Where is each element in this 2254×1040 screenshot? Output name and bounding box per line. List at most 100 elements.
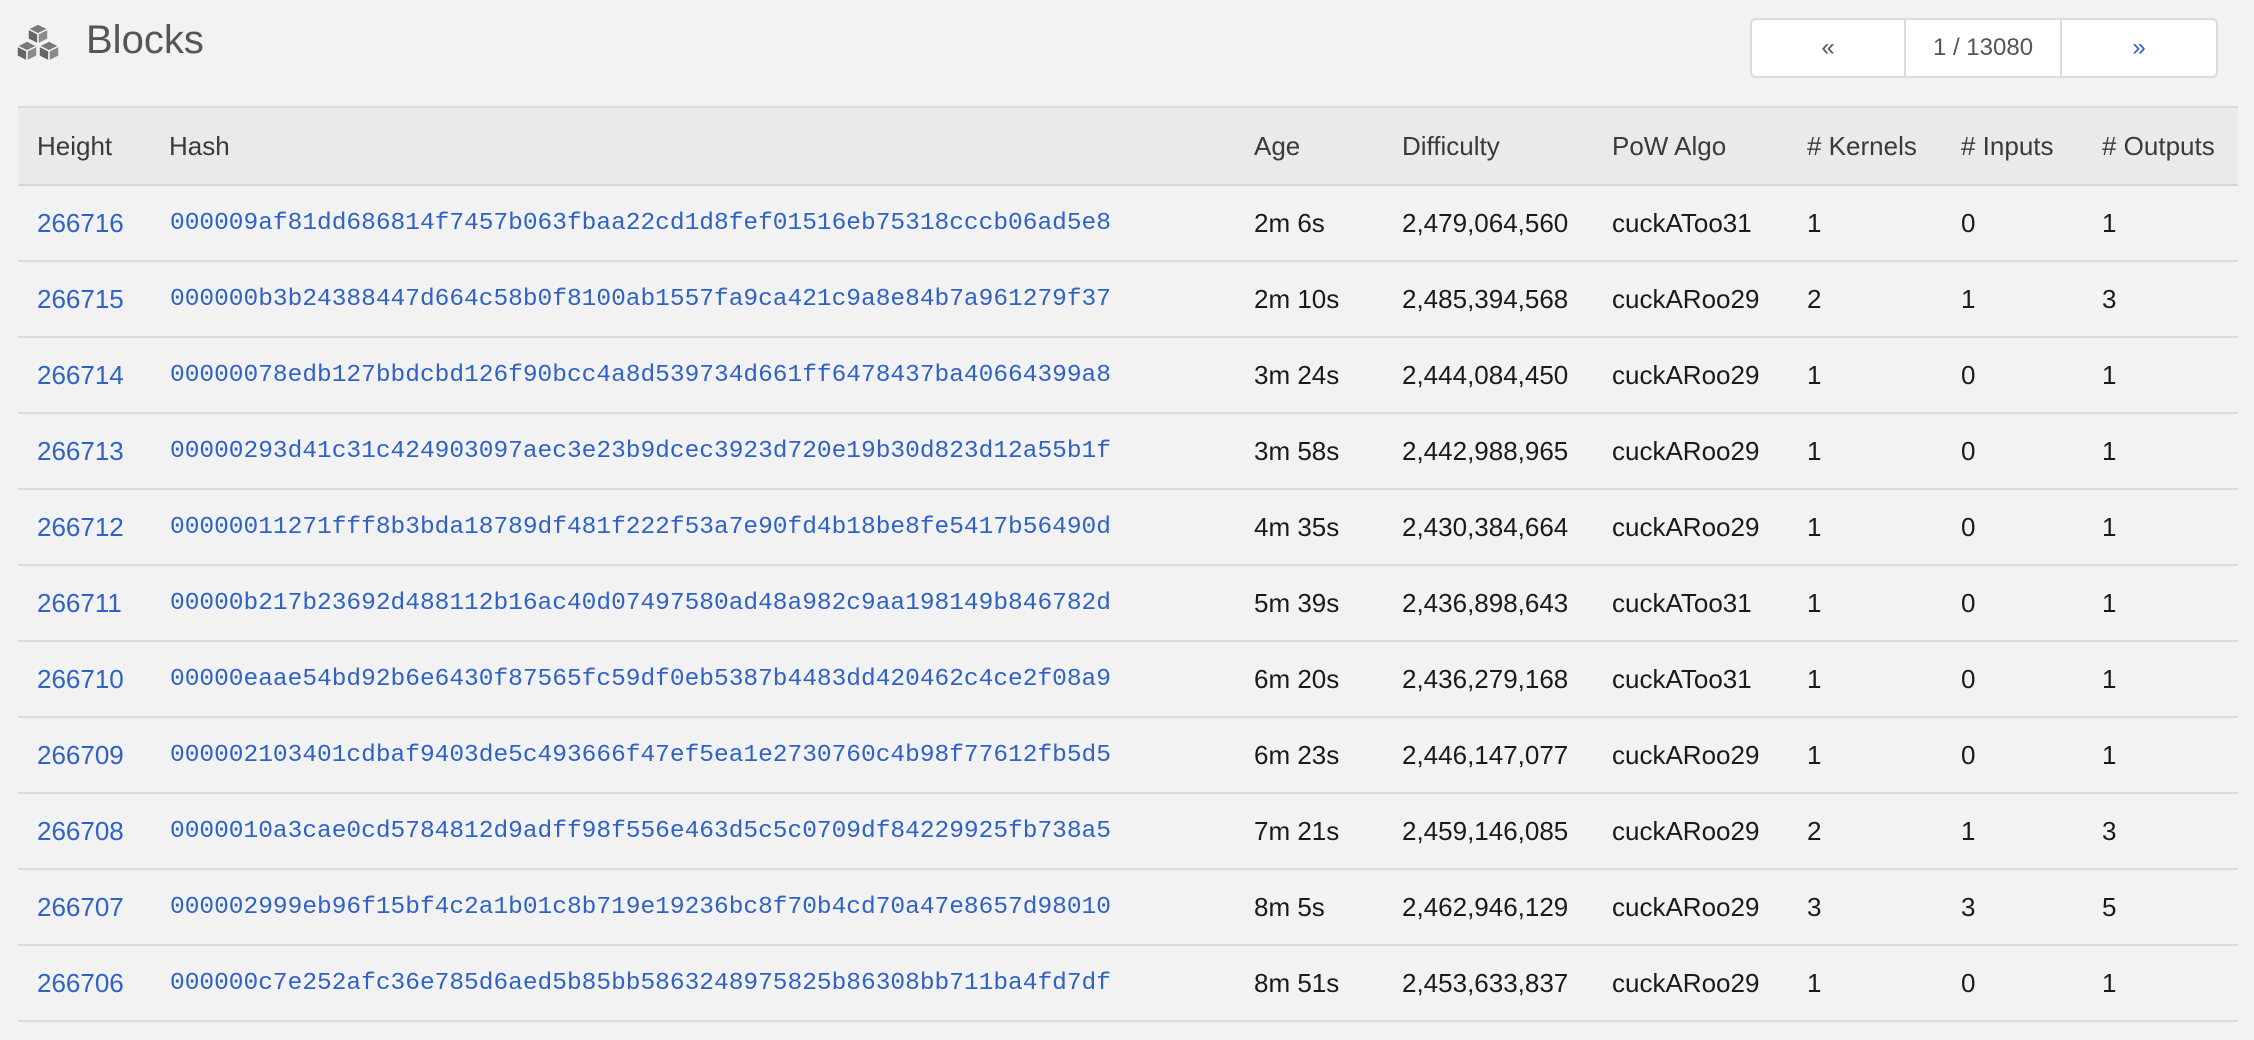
block-outputs: 1 bbox=[2102, 739, 2117, 770]
block-pow-algo: cuckARoo29 bbox=[1612, 283, 1760, 314]
block-inputs: 0 bbox=[1961, 435, 1976, 466]
table-row: 266707 000002999eb96f15bf4c2a1b01c8b719e… bbox=[18, 869, 2238, 945]
table-row: 266708 0000010a3cae0cd5784812d9adff98f55… bbox=[18, 793, 2238, 869]
block-inputs: 0 bbox=[1961, 587, 1976, 618]
prev-page-button[interactable]: « bbox=[1752, 20, 1906, 76]
block-inputs: 0 bbox=[1961, 739, 1976, 770]
block-inputs: 3 bbox=[1961, 891, 1976, 922]
block-hash-link[interactable]: 000009af81dd686814f7457b063fbaa22cd1d8fe… bbox=[150, 185, 1235, 261]
block-age: 6m 23s bbox=[1254, 739, 1340, 770]
column-header-pow-algo[interactable]: PoW Algo bbox=[1593, 106, 1788, 186]
block-outputs: 1 bbox=[2102, 435, 2117, 466]
block-pow-algo: cuckAToo31 bbox=[1612, 663, 1752, 694]
block-difficulty: 2,459,146,085 bbox=[1402, 815, 1569, 846]
block-height-link[interactable]: 266716 bbox=[18, 185, 150, 261]
table-row: 266714 00000078edb127bbdcbd126f90bcc4a8d… bbox=[18, 337, 2238, 413]
table-row: 266712 00000011271fff8b3bda18789df481f22… bbox=[18, 489, 2238, 565]
block-difficulty: 2,436,279,168 bbox=[1402, 663, 1569, 694]
block-kernels: 1 bbox=[1807, 967, 1822, 998]
page-header: Blocks « 1 / 13080 » bbox=[0, 0, 2254, 100]
block-difficulty: 2,442,988,965 bbox=[1402, 435, 1569, 466]
column-header-inputs[interactable]: # Inputs bbox=[1942, 106, 2083, 186]
next-page-button[interactable]: » bbox=[2062, 20, 2216, 76]
block-hash-link[interactable]: 000000c7e252afc36e785d6aed5b85bb58632489… bbox=[150, 945, 1235, 1021]
column-header-hash[interactable]: Hash bbox=[150, 106, 1235, 186]
block-hash-link[interactable]: 00000011271fff8b3bda18789df481f222f53a7e… bbox=[150, 489, 1235, 565]
block-kernels: 3 bbox=[1807, 891, 1822, 922]
column-header-outputs[interactable]: # Outputs bbox=[2083, 106, 2238, 186]
block-age: 2m 6s bbox=[1254, 207, 1325, 238]
block-hash-link[interactable]: 00000293d41c31c424903097aec3e23b9dcec392… bbox=[150, 413, 1235, 489]
block-height-link[interactable]: 266715 bbox=[18, 261, 150, 337]
block-age: 3m 58s bbox=[1254, 435, 1340, 466]
block-age: 7m 21s bbox=[1254, 815, 1340, 846]
block-difficulty: 2,446,147,077 bbox=[1402, 739, 1569, 770]
block-hash-link[interactable]: 0000010a3cae0cd5784812d9adff98f556e463d5… bbox=[150, 793, 1235, 869]
block-age: 5m 39s bbox=[1254, 587, 1340, 618]
block-height-link[interactable]: 266707 bbox=[18, 869, 150, 945]
block-inputs: 0 bbox=[1961, 663, 1976, 694]
block-kernels: 1 bbox=[1807, 739, 1822, 770]
block-pow-algo: cuckARoo29 bbox=[1612, 891, 1760, 922]
block-difficulty: 2,485,394,568 bbox=[1402, 283, 1569, 314]
block-kernels: 1 bbox=[1807, 587, 1822, 618]
column-header-kernels[interactable]: # Kernels bbox=[1788, 106, 1942, 186]
block-kernels: 1 bbox=[1807, 511, 1822, 542]
block-kernels: 1 bbox=[1807, 359, 1822, 390]
block-inputs: 0 bbox=[1961, 207, 1976, 238]
block-hash-link[interactable]: 00000eaae54bd92b6e6430f87565fc59df0eb538… bbox=[150, 641, 1235, 717]
block-age: 8m 5s bbox=[1254, 891, 1325, 922]
block-kernels: 2 bbox=[1807, 815, 1822, 846]
table-row: 266715 000000b3b24388447d664c58b0f8100ab… bbox=[18, 261, 2238, 337]
block-pow-algo: cuckAToo31 bbox=[1612, 207, 1752, 238]
block-outputs: 1 bbox=[2102, 587, 2117, 618]
column-header-age[interactable]: Age bbox=[1235, 106, 1383, 186]
block-hash-link[interactable]: 00000b217b23692d488112b16ac40d07497580ad… bbox=[150, 565, 1235, 641]
block-hash-link[interactable]: 000000b3b24388447d664c58b0f8100ab1557fa9… bbox=[150, 261, 1235, 337]
block-kernels: 1 bbox=[1807, 207, 1822, 238]
block-height-link[interactable]: 266712 bbox=[18, 489, 150, 565]
block-outputs: 3 bbox=[2102, 815, 2117, 846]
block-outputs: 5 bbox=[2102, 891, 2117, 922]
block-difficulty: 2,444,084,450 bbox=[1402, 359, 1569, 390]
block-pow-algo: cuckARoo29 bbox=[1612, 739, 1760, 770]
block-age: 2m 10s bbox=[1254, 283, 1340, 314]
table-row: 266711 00000b217b23692d488112b16ac40d074… bbox=[18, 565, 2238, 641]
block-age: 6m 20s bbox=[1254, 663, 1340, 694]
block-hash-link[interactable]: 00000078edb127bbdcbd126f90bcc4a8d539734d… bbox=[150, 337, 1235, 413]
blocks-table-container: Height Hash Age Difficulty PoW Algo # Ke… bbox=[18, 106, 2238, 1022]
pagination: « 1 / 13080 » bbox=[1750, 18, 2218, 78]
table-row: 266716 000009af81dd686814f7457b063fbaa22… bbox=[18, 185, 2238, 261]
block-inputs: 0 bbox=[1961, 967, 1976, 998]
block-height-link[interactable]: 266709 bbox=[18, 717, 150, 793]
block-age: 3m 24s bbox=[1254, 359, 1340, 390]
block-difficulty: 2,436,898,643 bbox=[1402, 587, 1569, 618]
block-age: 8m 51s bbox=[1254, 967, 1340, 998]
block-height-link[interactable]: 266706 bbox=[18, 945, 150, 1021]
table-row: 266706 000000c7e252afc36e785d6aed5b85bb5… bbox=[18, 945, 2238, 1021]
block-hash-link[interactable]: 000002999eb96f15bf4c2a1b01c8b719e19236bc… bbox=[150, 869, 1235, 945]
block-outputs: 1 bbox=[2102, 359, 2117, 390]
block-height-link[interactable]: 266710 bbox=[18, 641, 150, 717]
block-outputs: 1 bbox=[2102, 663, 2117, 694]
block-height-link[interactable]: 266711 bbox=[18, 565, 150, 641]
column-header-height[interactable]: Height bbox=[18, 106, 150, 186]
page-title: Blocks bbox=[86, 18, 204, 62]
table-header-row: Height Hash Age Difficulty PoW Algo # Ke… bbox=[18, 106, 2238, 186]
block-hash-link[interactable]: 000002103401cdbaf9403de5c493666f47ef5ea1… bbox=[150, 717, 1235, 793]
block-height-link[interactable]: 266708 bbox=[18, 793, 150, 869]
block-outputs: 1 bbox=[2102, 207, 2117, 238]
block-height-link[interactable]: 266713 bbox=[18, 413, 150, 489]
blocks-table: Height Hash Age Difficulty PoW Algo # Ke… bbox=[18, 106, 2238, 1022]
block-difficulty: 2,453,633,837 bbox=[1402, 967, 1569, 998]
table-row: 266710 00000eaae54bd92b6e6430f87565fc59d… bbox=[18, 641, 2238, 717]
block-kernels: 1 bbox=[1807, 663, 1822, 694]
column-header-difficulty[interactable]: Difficulty bbox=[1383, 106, 1593, 186]
block-pow-algo: cuckARoo29 bbox=[1612, 359, 1760, 390]
block-age: 4m 35s bbox=[1254, 511, 1340, 542]
block-outputs: 1 bbox=[2102, 511, 2117, 542]
block-height-link[interactable]: 266714 bbox=[18, 337, 150, 413]
block-pow-algo: cuckARoo29 bbox=[1612, 967, 1760, 998]
block-outputs: 1 bbox=[2102, 967, 2117, 998]
block-kernels: 1 bbox=[1807, 435, 1822, 466]
